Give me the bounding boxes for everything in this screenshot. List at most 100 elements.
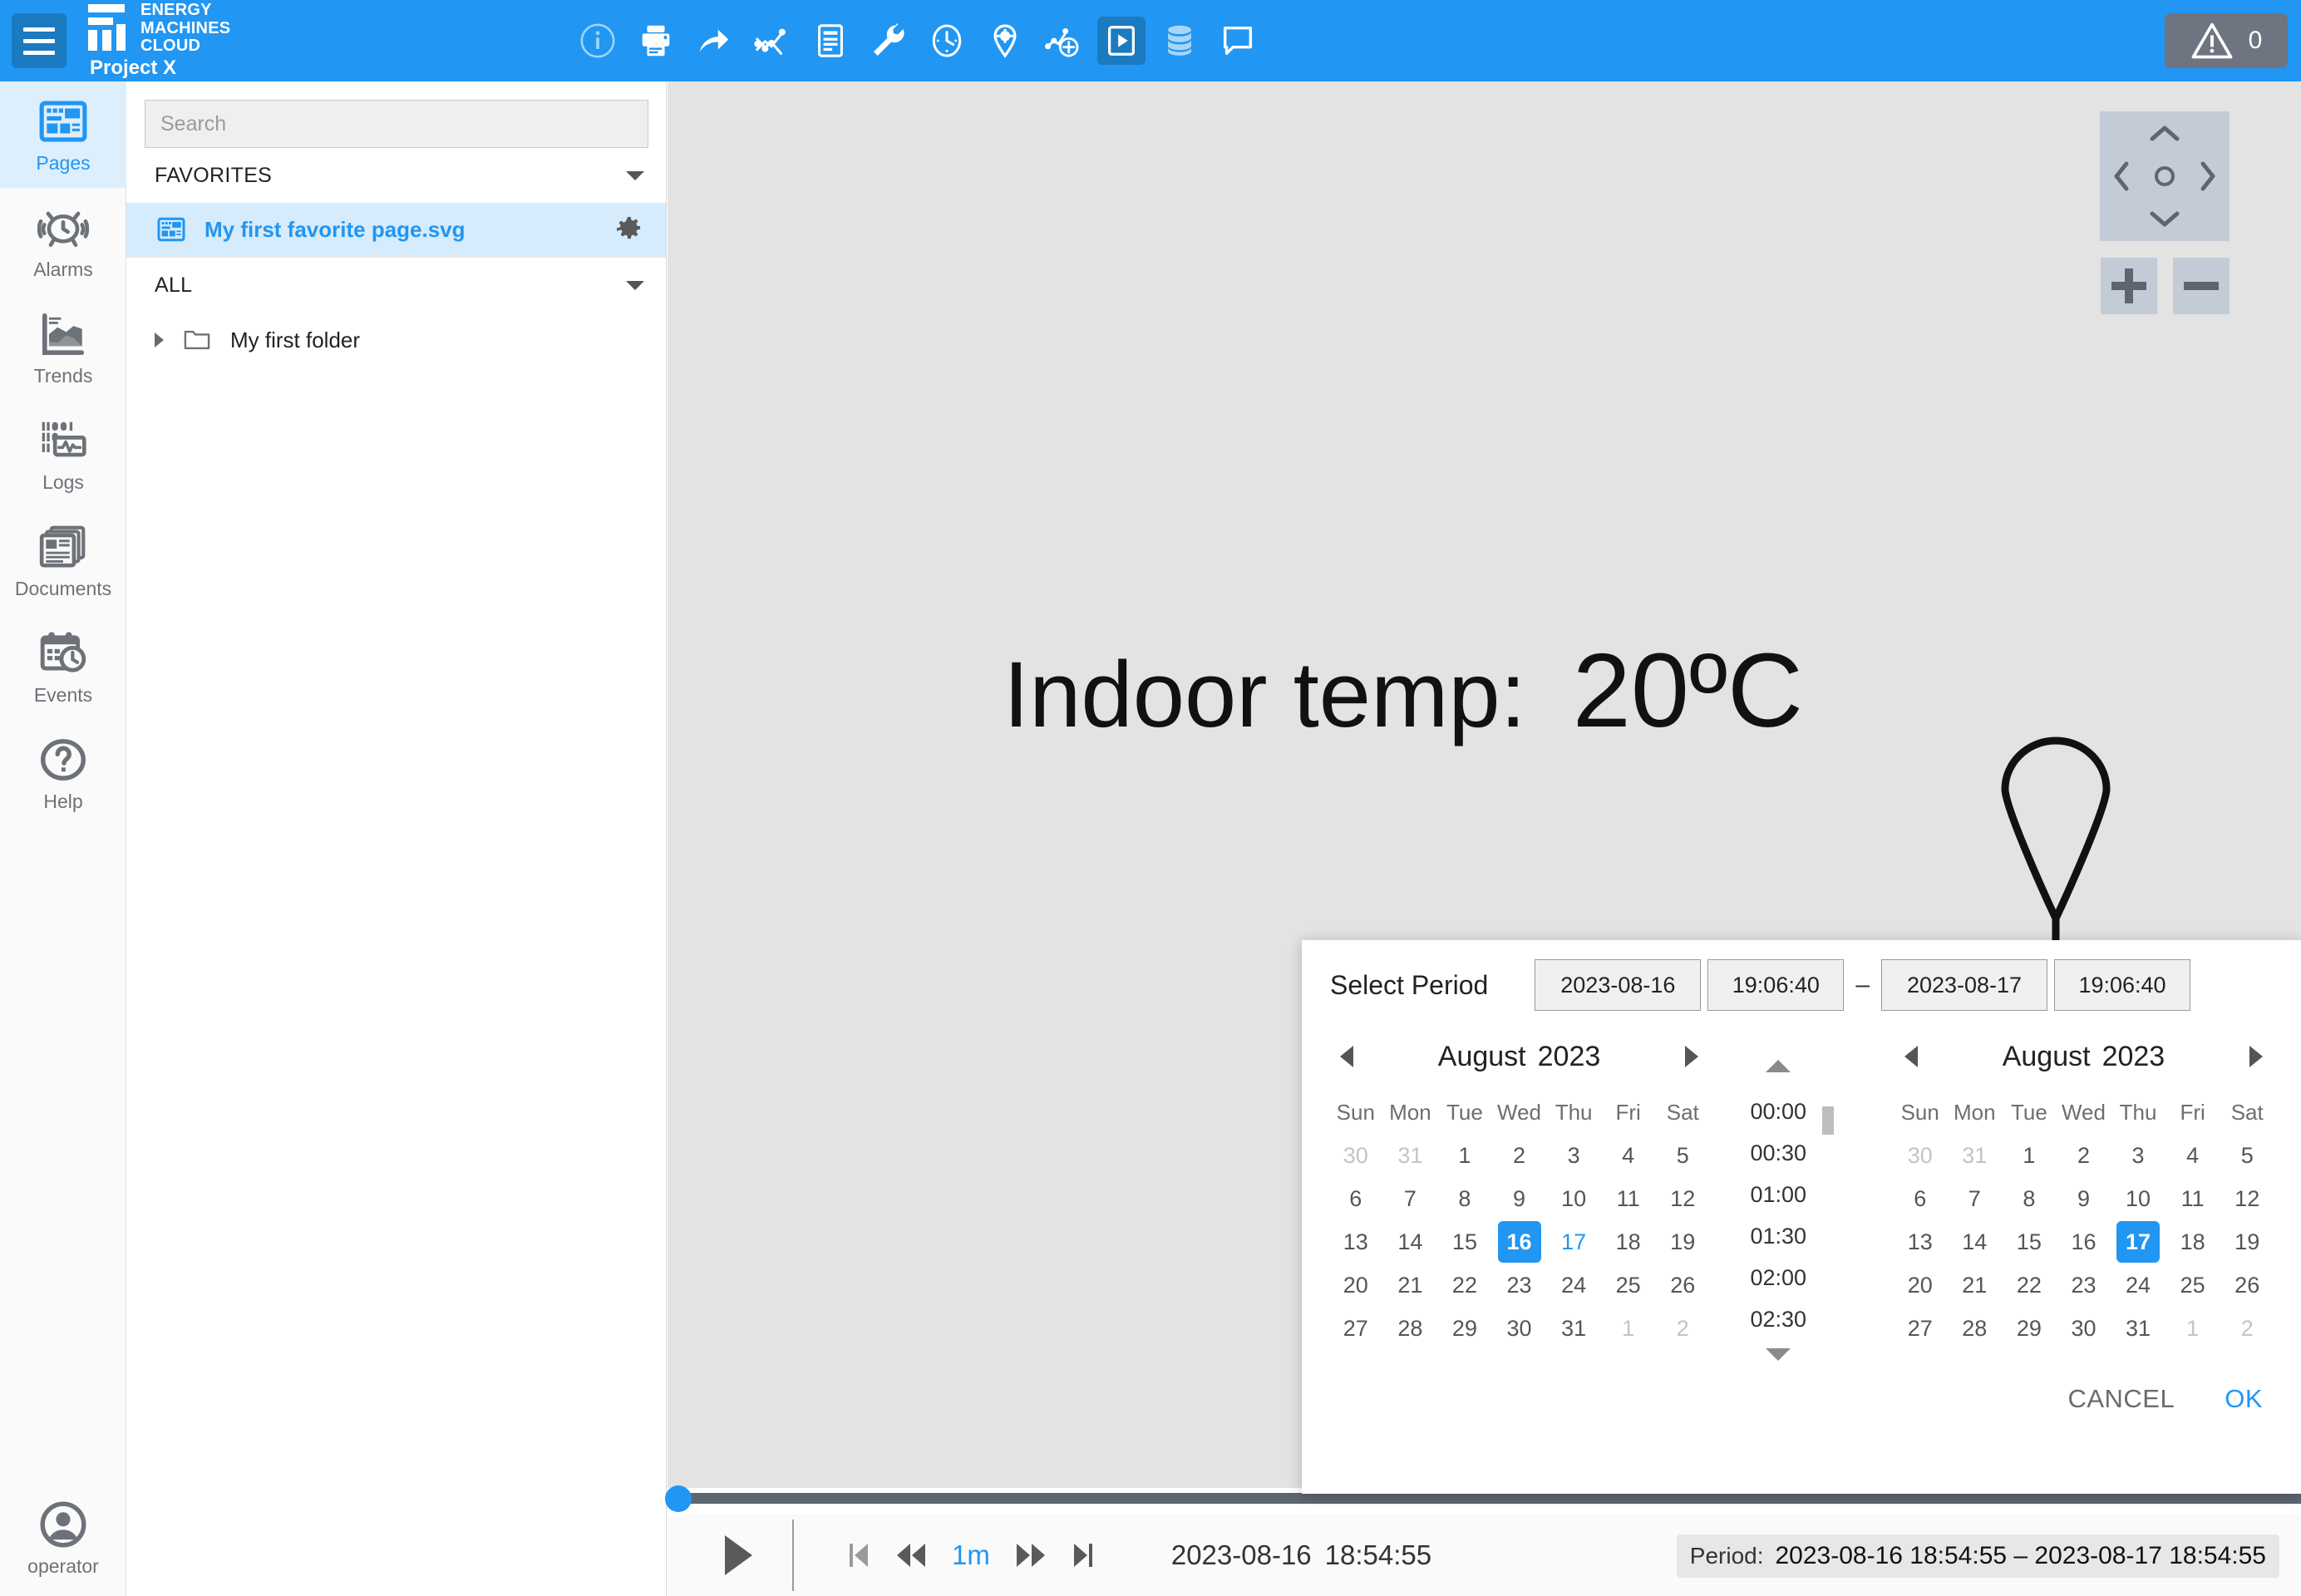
- skip-to-end-icon[interactable]: [1072, 1541, 1095, 1569]
- calendar-day[interactable]: 13: [1328, 1221, 1383, 1263]
- time-option[interactable]: 02:30: [1751, 1298, 1807, 1340]
- calendar-day[interactable]: 21: [1383, 1264, 1438, 1306]
- calendar-day[interactable]: 4: [1601, 1135, 1656, 1176]
- user-account-button[interactable]: operator: [0, 1499, 126, 1578]
- gear-icon[interactable]: [614, 214, 644, 244]
- print-icon[interactable]: [632, 17, 680, 65]
- calendar-day[interactable]: 10: [1546, 1178, 1601, 1219]
- calendar-day[interactable]: 6: [1893, 1178, 1948, 1219]
- calendar-day[interactable]: 2: [2220, 1308, 2274, 1349]
- rewind-icon[interactable]: [895, 1542, 927, 1569]
- sidebar-item-trends[interactable]: Trends: [0, 294, 126, 401]
- pan-center-reset-button[interactable]: [2143, 155, 2186, 198]
- calendar-day[interactable]: 29: [1437, 1308, 1492, 1349]
- calendar-day[interactable]: 18: [1601, 1221, 1656, 1263]
- calendar-day[interactable]: 30: [1492, 1308, 1547, 1349]
- comment-icon[interactable]: [1214, 17, 1262, 65]
- calendar-day[interactable]: 25: [1601, 1264, 1656, 1306]
- calendar-day[interactable]: 19: [2220, 1221, 2274, 1263]
- calendar-day[interactable]: 8: [1437, 1178, 1492, 1219]
- calendar-day[interactable]: 1: [1437, 1135, 1492, 1176]
- list-item-folder[interactable]: My first folder: [126, 313, 666, 367]
- calendar-day[interactable]: 23: [2057, 1264, 2111, 1306]
- list-item-favorite-page[interactable]: My first favorite page.svg: [126, 203, 666, 258]
- calendar-day[interactable]: 20: [1328, 1264, 1383, 1306]
- step-size-label[interactable]: 1m: [952, 1539, 990, 1571]
- calendar-day[interactable]: 4: [2166, 1135, 2220, 1176]
- time-option[interactable]: 00:00: [1751, 1091, 1807, 1132]
- next-month-button[interactable]: [2249, 1046, 2263, 1067]
- calendar-day[interactable]: 31: [1383, 1135, 1438, 1176]
- calendar-day[interactable]: 22: [2002, 1264, 2057, 1306]
- sidebar-item-logs[interactable]: Logs: [0, 401, 126, 507]
- calendar-day[interactable]: 2: [2057, 1135, 2111, 1176]
- calendar-day[interactable]: 9: [1492, 1178, 1547, 1219]
- calendar-day[interactable]: 3: [2111, 1135, 2166, 1176]
- time-scroll-down-button[interactable]: [1766, 1348, 1791, 1361]
- calendar-day[interactable]: 9: [2057, 1178, 2111, 1219]
- calendar-day[interactable]: 24: [1546, 1264, 1601, 1306]
- zoom-out-button[interactable]: [2173, 258, 2230, 314]
- calendar-day[interactable]: 20: [1893, 1264, 1948, 1306]
- fast-forward-icon[interactable]: [1015, 1542, 1047, 1569]
- add-point-icon[interactable]: [1039, 17, 1087, 65]
- calendar-day[interactable]: 1: [2166, 1308, 2220, 1349]
- calendar-day[interactable]: 14: [1383, 1221, 1438, 1263]
- calendar-day[interactable]: 10: [2111, 1178, 2166, 1219]
- calendar-day[interactable]: 8: [2002, 1178, 2057, 1219]
- timeline-slider-track[interactable]: [668, 1493, 2301, 1504]
- cancel-button[interactable]: CANCEL: [2067, 1384, 2175, 1414]
- chevron-down-icon[interactable]: [626, 170, 644, 180]
- calendar-day[interactable]: 19: [1655, 1221, 1710, 1263]
- time-option[interactable]: 02:00: [1751, 1257, 1807, 1298]
- sidebar-item-help[interactable]: Help: [0, 720, 126, 826]
- all-group-header[interactable]: ALL: [126, 258, 666, 313]
- calendar-day[interactable]: 15: [1437, 1221, 1492, 1263]
- sidebar-item-events[interactable]: Events: [0, 613, 126, 720]
- calendar-day[interactable]: 11: [1601, 1178, 1656, 1219]
- calendar-day[interactable]: 1: [2002, 1135, 2057, 1176]
- calendar-day[interactable]: 12: [1655, 1178, 1710, 1219]
- calendar-day[interactable]: 30: [1328, 1135, 1383, 1176]
- play-button[interactable]: [702, 1533, 774, 1578]
- calendar-day[interactable]: 14: [1948, 1221, 2003, 1263]
- time-option[interactable]: 01:00: [1751, 1174, 1807, 1215]
- calendar-day[interactable]: 17: [1546, 1221, 1601, 1263]
- start-date-field[interactable]: 2023-08-16: [1535, 959, 1702, 1011]
- time-scroll-up-button[interactable]: [1766, 1060, 1791, 1072]
- prev-month-button[interactable]: [1904, 1046, 1918, 1067]
- play-panel-icon[interactable]: [1097, 17, 1146, 65]
- calendar-day[interactable]: 30: [2057, 1308, 2111, 1349]
- chevron-down-icon[interactable]: [626, 280, 644, 290]
- calendar-day[interactable]: 7: [1948, 1178, 2003, 1219]
- calendar-day[interactable]: 7: [1383, 1178, 1438, 1219]
- calendar-day[interactable]: 2: [1492, 1135, 1547, 1176]
- hamburger-menu-icon[interactable]: [12, 13, 67, 68]
- wrench-icon[interactable]: [865, 17, 913, 65]
- calendar-day[interactable]: 25: [2166, 1264, 2220, 1306]
- calendar-day[interactable]: 28: [1383, 1308, 1438, 1349]
- next-month-button[interactable]: [1685, 1046, 1699, 1067]
- calendar-day[interactable]: 5: [2220, 1135, 2274, 1176]
- trend-icon[interactable]: [748, 17, 796, 65]
- calendar-day[interactable]: 21: [1948, 1264, 2003, 1306]
- alarm-status-badge[interactable]: 0: [2165, 13, 2288, 68]
- calendar-day[interactable]: 24: [2111, 1264, 2166, 1306]
- prev-month-button[interactable]: [1340, 1046, 1353, 1067]
- search-input[interactable]: [145, 100, 648, 148]
- calendar-day[interactable]: 5: [1655, 1135, 1710, 1176]
- settings-point-icon[interactable]: [981, 17, 1029, 65]
- zoom-in-button[interactable]: [2101, 258, 2157, 314]
- sidebar-item-documents[interactable]: Documents: [0, 507, 126, 613]
- calendar-day[interactable]: 6: [1328, 1178, 1383, 1219]
- pan-control[interactable]: [2100, 111, 2230, 241]
- calendar-day[interactable]: 12: [2220, 1178, 2274, 1219]
- end-time-field[interactable]: 19:06:40: [2054, 959, 2191, 1011]
- calendar-day[interactable]: 30: [1893, 1135, 1948, 1176]
- calendar-day[interactable]: 23: [1492, 1264, 1547, 1306]
- time-option[interactable]: 01:30: [1751, 1215, 1807, 1257]
- timeline-slider-thumb[interactable]: [665, 1485, 692, 1512]
- calendar-day[interactable]: 17: [2116, 1221, 2161, 1263]
- calendar-day[interactable]: 16: [1497, 1221, 1541, 1263]
- calendar-day[interactable]: 2: [1655, 1308, 1710, 1349]
